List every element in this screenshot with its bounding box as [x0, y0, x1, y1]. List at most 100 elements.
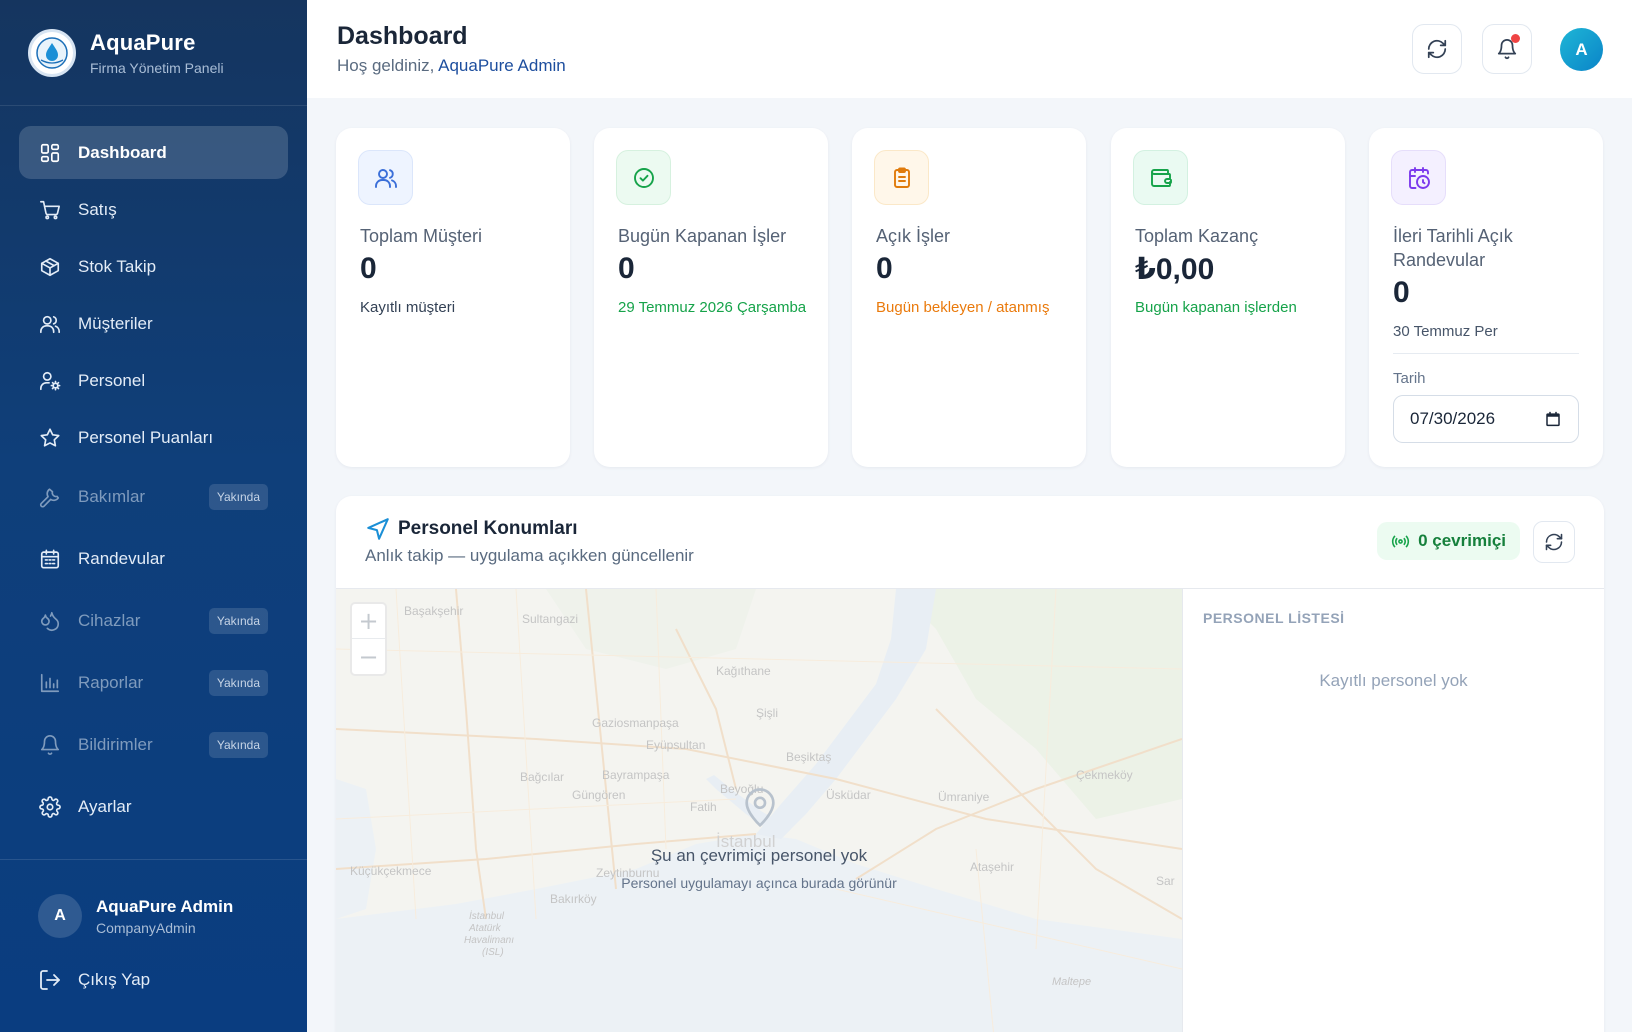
stat-label: Toplam Kazanç [1135, 226, 1259, 246]
package-icon [38, 255, 62, 279]
coming-soon-badge: Yakında [208, 732, 268, 758]
date-input[interactable]: 07/30/2026 [1393, 395, 1579, 443]
sidebar-item-label: Satış [78, 199, 117, 219]
online-count-badge: 0 çevrimiçi [1377, 522, 1520, 560]
gear-icon [38, 795, 62, 819]
stat-value: ₺0,00 [1135, 253, 1215, 286]
star-icon [38, 426, 62, 450]
stat-sub: Bugün kapanan işlerden [1135, 299, 1297, 316]
sidebar-item-stock[interactable]: Stok Takip [19, 240, 288, 293]
logout-icon [40, 970, 60, 990]
map-view[interactable]: Başakşehir Sultangazi Kağıthane Şişli Ga… [336, 588, 1182, 1032]
calendar-picker-icon[interactable] [1544, 410, 1562, 428]
brand-title: AquaPure [90, 29, 196, 55]
refresh-icon [1427, 39, 1447, 59]
brand-subtitle: Firma Yönetim Paneli [90, 59, 224, 76]
calendar-icon [38, 547, 62, 571]
user-role: CompanyAdmin [96, 919, 196, 936]
sidebar-item-label: Bildirimler [78, 735, 153, 754]
top-header: Dashboard Hoş geldiniz, AquaPure Admin A [307, 0, 1632, 98]
welcome-user-name: AquaPure Admin [438, 56, 566, 75]
check-circle-icon [616, 150, 671, 205]
stat-label: Açık İşler [876, 226, 951, 246]
date-input-value: 07/30/2026 [1410, 409, 1496, 428]
users-icon [358, 150, 413, 205]
sidebar-item-label: Stok Takip [78, 256, 157, 276]
coming-soon-badge: Yakında [208, 670, 268, 696]
sidebar-item-dashboard[interactable]: Dashboard [19, 126, 288, 179]
stat-value: 0 [1393, 276, 1410, 309]
stat-card-closed-today: Bugün Kapanan İşler 0 29 Temmuz 2026 Çar… [594, 128, 828, 467]
stat-sub: 29 Temmuz 2026 Çarşamba [618, 299, 807, 316]
dashboard-icon [38, 141, 62, 165]
stat-value: 0 [876, 252, 893, 285]
user-name: AquaPure Admin [96, 896, 234, 916]
refresh-icon [1545, 533, 1563, 551]
sidebar-item-label: Randevular [78, 549, 165, 568]
sidebar-item-staff-ratings[interactable]: Personel Puanları [19, 411, 288, 464]
logout-button[interactable]: Çıkış Yap [0, 938, 307, 992]
stat-card-open-jobs: Açık İşler 0 Bugün bekleyen / atanmış [852, 128, 1086, 467]
page-title: Dashboard [337, 22, 468, 50]
stat-sub: Bugün bekleyen / atanmış [876, 299, 1050, 316]
brand-logo [28, 28, 76, 77]
map-empty-title: Şu an çevrimiçi personel yok [650, 846, 868, 865]
stat-value: 0 [618, 252, 635, 285]
notifications-button[interactable] [1482, 24, 1532, 74]
radio-signal-icon [1392, 534, 1410, 548]
coming-soon-badge: Yakında [208, 608, 268, 634]
users-icon [38, 312, 62, 336]
sidebar-item-label: Dashboard [78, 142, 167, 162]
stat-label: Toplam Müşteri [360, 226, 483, 246]
sidebar-item-devices[interactable]: Cihazlar Yakında [19, 592, 288, 650]
sidebar-item-label: Ayarlar [78, 797, 132, 816]
sidebar-item-label: Cihazlar [78, 611, 141, 630]
cart-icon [38, 198, 62, 222]
panel-title: Personel Konumları [398, 518, 578, 539]
refresh-button[interactable] [1412, 24, 1462, 74]
stat-value: 0 [360, 252, 377, 285]
sidebar-item-label: Raporlar [78, 673, 144, 692]
sidebar-item-customers[interactable]: Müşteriler [19, 297, 288, 350]
stat-card-future-appointments: İleri Tarihli Açık Randevular 0 30 Temmu… [1369, 128, 1603, 467]
sidebar-item-label: Bakımlar [78, 487, 146, 506]
stat-label: İleri Tarihli Açık Randevular [1393, 226, 1513, 270]
sidebar-item-label: Personel [78, 370, 146, 390]
sidebar-item-sales[interactable]: Satış [19, 183, 288, 236]
stat-card-earnings: Toplam Kazanç ₺0,00 Bugün kapanan işlerd… [1111, 128, 1345, 467]
staff-locations-panel: Personel Konumları Anlık takip — uygulam… [336, 496, 1604, 1032]
user-avatar-button[interactable]: A [1560, 28, 1603, 71]
wallet-icon [1133, 150, 1188, 205]
avatar: A [38, 894, 82, 938]
sidebar: AquaPure Firma Yönetim Paneli Dashboard … [0, 0, 307, 1032]
sidebar-item-staff[interactable]: Personel [19, 354, 288, 407]
welcome-prefix: Hoş geldiniz, [337, 56, 435, 75]
navigation-icon [367, 518, 389, 540]
sidebar-item-label: Müşteriler [78, 313, 153, 333]
sidebar-item-notifications[interactable]: Bildirimler Yakında [19, 716, 288, 774]
sidebar-item-maintenance[interactable]: Bakımlar Yakında [19, 468, 288, 526]
staff-list-header: PERSONEL LİSTESİ [1203, 610, 1345, 626]
bar-chart-icon [38, 671, 62, 695]
sidebar-item-reports[interactable]: Raporlar Yakında [19, 654, 288, 712]
divider [1393, 353, 1579, 354]
sidebar-nav: Dashboard Satış Stok Takip Müşteriler Pe… [0, 106, 307, 836]
map-pin-icon [745, 788, 775, 828]
sidebar-item-settings[interactable]: Ayarlar [19, 778, 288, 836]
stat-sub: Kayıtlı müşteri [360, 299, 456, 316]
welcome-text: Hoş geldiniz, AquaPure Admin [337, 56, 566, 76]
online-count-label: 0 çevrimiçi [1418, 531, 1506, 550]
sidebar-item-label: Personel Puanları [78, 427, 214, 447]
stat-sub: 30 Temmuz Per [1393, 323, 1498, 340]
map-empty-subtitle: Personel uygulamayı açınca burada görünü… [621, 875, 897, 891]
coming-soon-badge: Yakında [208, 484, 268, 510]
brand: AquaPure Firma Yönetim Paneli [0, 0, 307, 106]
date-field-label: Tarih [1393, 370, 1426, 387]
logout-label: Çıkış Yap [78, 970, 151, 989]
stat-label: Bugün Kapanan İşler [618, 226, 787, 246]
sidebar-item-appointments[interactable]: Randevular [19, 530, 288, 588]
staff-list: PERSONEL LİSTESİ Kayıtlı personel yok [1182, 588, 1604, 1032]
refresh-locations-button[interactable] [1533, 521, 1575, 563]
bell-icon [38, 733, 62, 757]
user-cog-icon [38, 369, 62, 393]
